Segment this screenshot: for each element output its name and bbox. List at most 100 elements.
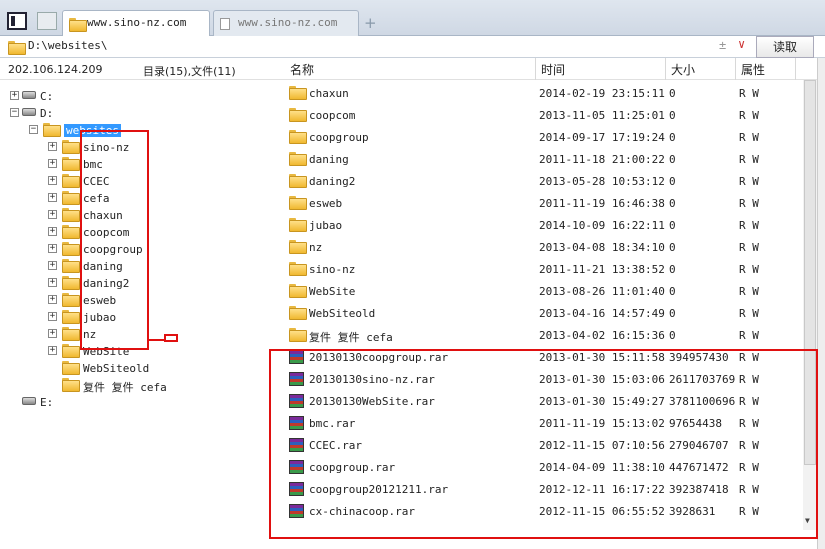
file-size: 0	[669, 153, 676, 166]
expand-icon[interactable]: +	[48, 176, 57, 185]
file-name: 复件 复件 cefa	[309, 331, 393, 344]
tab-inactive[interactable]: www.sino-nz.com	[213, 10, 359, 36]
file-time: 2013-11-05 11:25:01	[539, 109, 665, 122]
folder-icon	[62, 157, 80, 171]
list-item[interactable]: daning 2011-11-18 21:00:22 0 R W	[285, 148, 803, 170]
folder-icon	[62, 140, 80, 154]
folder-icon	[62, 378, 80, 392]
tree-label: 复件 复件 cefa	[83, 381, 167, 394]
folder-icon	[62, 361, 80, 375]
list-item[interactable]: jubao 2014-10-09 16:22:11 0 R W	[285, 214, 803, 236]
tab-bar: www.sino-nz.com www.sino-nz.com +	[0, 0, 825, 36]
column-time-header[interactable]: 时间	[541, 61, 565, 78]
expand-icon[interactable]: +	[48, 278, 57, 287]
file-size: 0	[669, 109, 676, 122]
list-item[interactable]: chaxun 2014-02-19 23:15:11 0 R W	[285, 82, 803, 104]
folder-icon	[289, 218, 307, 232]
column-attr-header[interactable]: 属性	[741, 61, 765, 78]
expand-icon[interactable]: +	[48, 193, 57, 202]
folder-icon	[69, 18, 87, 32]
file-size: 0	[669, 241, 676, 254]
drive-icon	[22, 397, 36, 405]
page-icon	[220, 18, 230, 30]
expand-icon[interactable]: +	[48, 346, 57, 355]
folder-icon	[62, 310, 80, 324]
folder-icon	[289, 262, 307, 276]
file-size: 0	[669, 307, 676, 320]
item-counts: 目录(15),文件(11)	[143, 65, 236, 78]
file-attr: R W	[739, 175, 759, 188]
folder-icon	[289, 130, 307, 144]
list-item[interactable]: nz 2013-04-08 18:34:10 0 R W	[285, 236, 803, 258]
expand-icon[interactable]: +	[48, 159, 57, 168]
file-size: 0	[669, 263, 676, 276]
file-attr: R W	[739, 87, 759, 100]
file-time: 2013-04-16 14:57:49	[539, 307, 665, 320]
file-time: 2013-04-08 18:34:10	[539, 241, 665, 254]
tab-active[interactable]: www.sino-nz.com	[62, 10, 210, 36]
highlight-box-files	[269, 349, 818, 539]
list-item[interactable]: coopgroup 2014-09-17 17:19:24 0 R W	[285, 126, 803, 148]
file-attr: R W	[739, 241, 759, 254]
column-name-header[interactable]: 名称	[290, 61, 314, 78]
expand-icon[interactable]: +	[48, 329, 57, 338]
chevron-down-icon[interactable]: ∨	[738, 37, 745, 51]
expand-icon[interactable]: +	[48, 261, 57, 270]
address-control[interactable]: ±	[719, 38, 726, 52]
highlight-connector	[164, 334, 178, 342]
file-attr: R W	[739, 197, 759, 210]
file-name: esweb	[309, 197, 343, 210]
file-time: 2013-04-02 16:15:36	[539, 329, 665, 342]
list-item[interactable]: WebSite 2013-08-26 11:01:40 0 R W	[285, 280, 803, 302]
tree-label: D:	[40, 107, 54, 120]
expand-icon[interactable]: +	[48, 210, 57, 219]
list-item[interactable]: WebSiteold 2013-04-16 14:57:49 0 R W	[285, 302, 803, 324]
folder-icon	[43, 123, 61, 137]
file-attr: R W	[739, 263, 759, 276]
list-item[interactable]: esweb 2011-11-19 16:46:38 0 R W	[285, 192, 803, 214]
list-item[interactable]: 复件 复件 cefa 2013-04-02 16:15:36 0 R W	[285, 324, 803, 346]
folder-icon	[62, 259, 80, 273]
column-size-header[interactable]: 大小	[671, 61, 695, 78]
file-time: 2014-02-19 23:15:11	[539, 87, 665, 100]
expand-icon[interactable]: +	[10, 91, 19, 100]
expand-icon[interactable]: +	[48, 312, 57, 321]
file-size: 0	[669, 175, 676, 188]
address-input[interactable]: D:\websites\	[28, 39, 107, 52]
file-time: 2011-11-18 21:00:22	[539, 153, 665, 166]
collapse-icon[interactable]: −	[10, 108, 19, 117]
expand-icon[interactable]: +	[48, 295, 57, 304]
file-name: daning2	[309, 175, 356, 188]
file-attr: R W	[739, 329, 759, 342]
file-name: nz	[309, 241, 323, 254]
file-name: jubao	[309, 219, 343, 232]
status-row: 202.106.124.209 目录(15),文件(11)	[0, 58, 285, 80]
collapse-icon[interactable]: −	[29, 125, 38, 134]
folder-icon	[62, 242, 80, 256]
list-item[interactable]: sino-nz 2011-11-21 13:38:52 0 R W	[285, 258, 803, 280]
folder-icon	[289, 306, 307, 320]
expand-icon[interactable]: +	[48, 227, 57, 236]
file-time: 2014-10-09 16:22:11	[539, 219, 665, 232]
file-attr: R W	[739, 219, 759, 232]
tab-label: www.sino-nz.com	[238, 16, 338, 29]
file-attr: R W	[739, 307, 759, 320]
list-item[interactable]: daning2 2013-05-28 10:53:12 0 R W	[285, 170, 803, 192]
column-header: 名称 时间 大小 属性	[285, 58, 825, 80]
file-time: 2013-05-28 10:53:12	[539, 175, 665, 188]
file-size: 0	[669, 329, 676, 342]
folder-icon	[62, 327, 80, 341]
expand-icon[interactable]: +	[48, 142, 57, 151]
expand-icon[interactable]: +	[48, 244, 57, 253]
folder-icon	[62, 174, 80, 188]
file-time: 2011-11-19 16:46:38	[539, 197, 665, 210]
right-edge	[817, 58, 825, 549]
window-button[interactable]	[37, 12, 57, 30]
new-tab-button[interactable]: +	[364, 14, 377, 32]
file-name: coopcom	[309, 109, 356, 122]
read-button[interactable]: 读取	[756, 36, 814, 58]
sidebar-toggle-button[interactable]	[7, 12, 27, 30]
tree-label: WebSiteold	[83, 362, 150, 375]
list-item[interactable]: coopcom 2013-11-05 11:25:01 0 R W	[285, 104, 803, 126]
file-time: 2011-11-21 13:38:52	[539, 263, 665, 276]
